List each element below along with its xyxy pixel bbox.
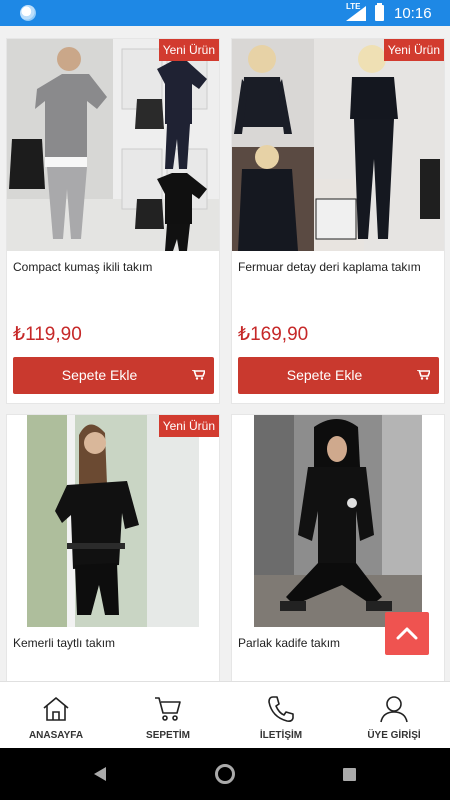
- product-name[interactable]: Kemerli taytlı takım: [13, 636, 115, 650]
- new-product-badge: Yeni Ürün: [158, 415, 219, 437]
- nav-contact-label: İLETİŞİM: [259, 730, 303, 741]
- chevron-up-icon: [396, 627, 418, 640]
- cart-icon: [192, 370, 205, 380]
- phone-icon: [268, 696, 294, 722]
- new-product-badge: Yeni Ürün: [383, 39, 444, 61]
- nav-login-label: ÜYE GİRİŞİ: [367, 730, 421, 741]
- status-time: 10:16: [394, 5, 432, 22]
- product-name[interactable]: Compact kumaş ikili takım: [13, 260, 152, 274]
- add-to-cart-button[interactable]: Sepete Ekle: [238, 357, 439, 394]
- product-grid[interactable]: Yeni Ürün Compact kumaş ikili takım ₺119…: [0, 26, 450, 681]
- user-icon: [380, 696, 408, 723]
- add-to-cart-label: Sepete Ekle: [61, 367, 138, 383]
- nav-contact[interactable]: İLETİŞİM: [225, 682, 337, 749]
- product-price: ₺169,90: [238, 324, 309, 345]
- battery-icon: [375, 3, 384, 21]
- nav-home-label: ANASAYFA: [28, 730, 84, 741]
- product-name[interactable]: Fermuar detay deri kaplama takım: [238, 260, 421, 274]
- recents-icon[interactable]: [343, 768, 356, 781]
- home-icon: [43, 697, 69, 721]
- product-image[interactable]: [232, 415, 444, 627]
- scroll-to-top-button[interactable]: [385, 612, 429, 655]
- new-product-badge: Yeni Ürün: [158, 39, 219, 61]
- bottom-navigation: ANASAYFA SEPETİM İLETİŞİM ÜYE GİRİŞİ: [0, 681, 450, 748]
- product-image[interactable]: Yeni Ürün: [232, 39, 444, 251]
- signal-icon: [346, 6, 366, 21]
- home-button-icon[interactable]: [215, 764, 235, 784]
- product-card[interactable]: Yeni Ürün Kemerli taytlı takım: [6, 414, 220, 681]
- product-image[interactable]: Yeni Ürün: [7, 39, 219, 251]
- cart-icon: [417, 370, 430, 380]
- add-to-cart-button[interactable]: Sepete Ekle: [13, 357, 214, 394]
- system-navigation-bar: [0, 748, 450, 800]
- product-price: ₺119,90: [13, 324, 82, 345]
- product-card[interactable]: Yeni Ürün Compact kumaş ikili takım ₺119…: [6, 38, 220, 404]
- app-notification-icon: [20, 5, 36, 21]
- nav-home[interactable]: ANASAYFA: [0, 682, 112, 749]
- add-to-cart-label: Sepete Ekle: [286, 367, 363, 383]
- back-icon[interactable]: [94, 767, 106, 781]
- status-bar: LTE 10:16: [0, 0, 450, 26]
- nav-cart-label: SEPETİM: [146, 730, 190, 741]
- nav-cart[interactable]: SEPETİM: [112, 682, 224, 749]
- product-card[interactable]: Yeni Ürün Fermuar detay deri kaplama tak…: [231, 38, 445, 404]
- product-image[interactable]: Yeni Ürün: [7, 415, 219, 627]
- product-name[interactable]: Parlak kadife takım: [238, 636, 340, 650]
- nav-login[interactable]: ÜYE GİRİŞİ: [338, 682, 450, 749]
- cart-icon: [155, 697, 181, 721]
